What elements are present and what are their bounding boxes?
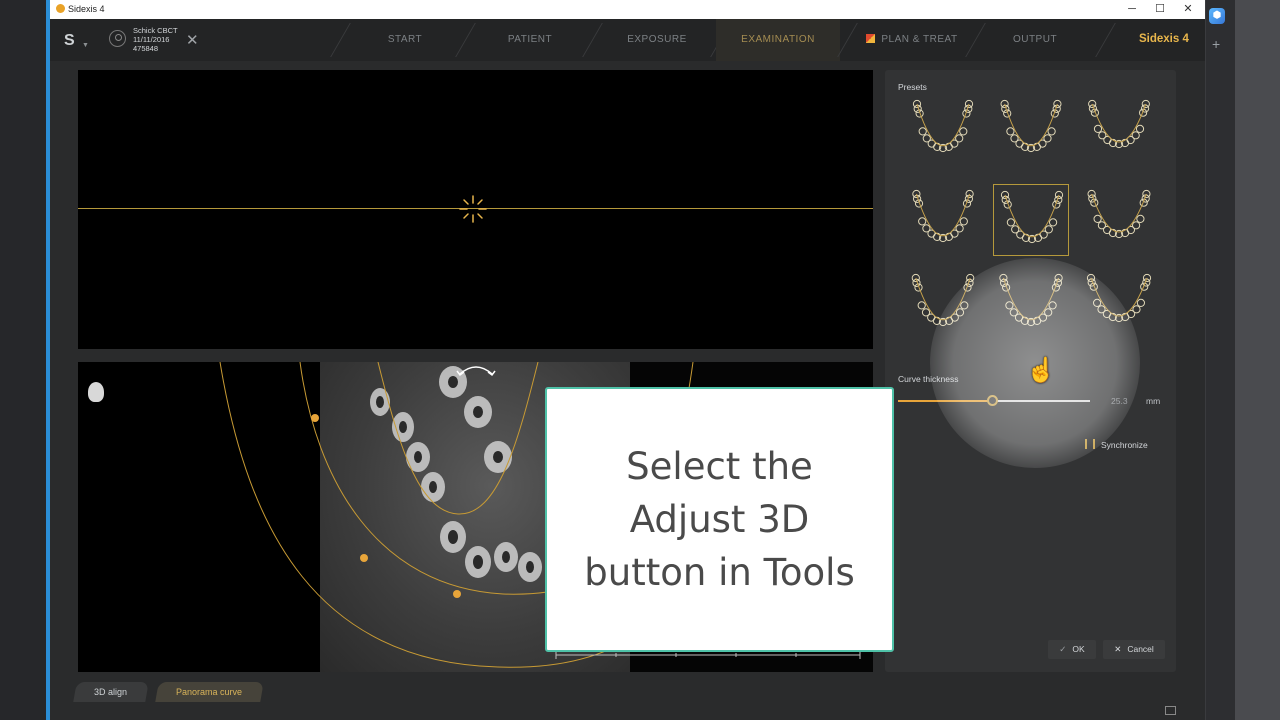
minimize-button[interactable]: ─ [1118, 1, 1146, 18]
dental-arch-icon [1088, 99, 1150, 149]
tab-panorama-curve-label: Panorama curve [176, 687, 243, 697]
close-patient-icon[interactable]: ✕ [186, 31, 199, 49]
maximize-button[interactable]: ☐ [1146, 1, 1174, 18]
preset-arch-9[interactable] [1081, 268, 1157, 340]
cancel-button[interactable]: ✕ Cancel [1103, 640, 1165, 659]
dental-arch-icon [1087, 189, 1151, 239]
preset-arch-3[interactable] [1081, 94, 1157, 166]
screen: ⬢ + Sidexis 4 ─ ☐ ✕ S ▼ Schick CBCT 11/1… [0, 0, 1280, 720]
nav-plan-treat-label: PLAN & TREAT [881, 34, 958, 45]
patient-id: 475848 [133, 44, 159, 53]
app-launcher-icon[interactable]: ⬢ [1209, 8, 1225, 24]
dental-arch-icon [912, 189, 974, 243]
brand-label: Sidexis 4 [1139, 33, 1189, 45]
close-window-button[interactable]: ✕ [1174, 1, 1202, 18]
presets-label: Presets [898, 82, 927, 92]
head-orientation-icon[interactable] [88, 382, 104, 402]
patient-info: Schick CBCT 11/11/2016 475848 [133, 26, 178, 53]
nav-plan-treat[interactable]: PLAN & TREAT [847, 19, 977, 61]
slider-fill [898, 400, 993, 402]
plan-treat-icon [866, 34, 876, 43]
dental-arch-icon [999, 273, 1063, 327]
tab-3d-align-label: 3D align [94, 687, 128, 697]
patient-avatar-icon [109, 30, 126, 47]
nav-start[interactable]: START [340, 19, 470, 61]
synchronize-button[interactable]: Synchronize [1085, 439, 1148, 450]
check-icon: ✓ [1059, 644, 1067, 654]
dental-arch-icon [912, 99, 974, 153]
chevron-down-icon[interactable]: ▼ [82, 42, 89, 49]
dental-arch-icon [1000, 99, 1062, 153]
tutorial-text: Select the Adjust 3D button in Tools [584, 445, 855, 594]
cancel-label: Cancel [1127, 644, 1154, 654]
slider-knob[interactable] [987, 395, 999, 406]
curve-thickness-unit: mm [1146, 396, 1161, 406]
ok-button[interactable]: ✓ OK [1048, 640, 1096, 659]
tutorial-card: Select the Adjust 3D button in Tools [545, 387, 894, 652]
title-bar: Sidexis 4 ─ ☐ ✕ [50, 0, 1205, 19]
dental-arch-icon [1000, 190, 1064, 244]
preset-arch-5[interactable] [993, 184, 1069, 256]
app-header: S ▼ Schick CBCT 11/11/2016 475848 ✕ STAR… [50, 19, 1205, 61]
curve-thickness-value[interactable]: 25.3 [1111, 396, 1128, 406]
add-icon[interactable]: + [1212, 36, 1220, 52]
preset-arch-7[interactable] [905, 268, 981, 340]
loading-spinner-icon [459, 195, 487, 223]
dental-arch-icon [911, 273, 975, 327]
expand-icon[interactable] [1165, 706, 1176, 715]
tab-panorama-curve[interactable]: Panorama curve [155, 682, 264, 702]
app-logo-icon [56, 4, 65, 13]
nav-examination[interactable]: EXAMINATION [716, 19, 840, 61]
preset-arch-4[interactable] [905, 184, 981, 256]
desktop-left-strip [0, 0, 50, 720]
nav-output[interactable]: OUTPUT [975, 19, 1095, 61]
patient-name: Schick CBCT [133, 26, 178, 35]
close-icon: ✕ [1114, 644, 1122, 654]
nav-separator [1095, 23, 1116, 57]
desktop-right-strip [1205, 0, 1280, 720]
preset-arch-6[interactable] [1081, 184, 1157, 256]
sidexis-s-logo-icon[interactable]: S [64, 32, 80, 50]
rotate-arrow-icon[interactable] [456, 362, 496, 378]
axial-viewport[interactable] [78, 70, 873, 349]
preset-arch-2[interactable] [993, 94, 1069, 166]
window-title: Sidexis 4 [68, 4, 105, 14]
preset-arch-1[interactable] [905, 94, 981, 166]
synchronize-label: Synchronize [1101, 440, 1148, 450]
curve-thickness-label: Curve thickness [898, 374, 959, 384]
desktop-right-inner [1235, 0, 1280, 720]
patient-date: 11/11/2016 [133, 35, 170, 44]
dental-arch-icon [1086, 273, 1152, 323]
tab-3d-align[interactable]: 3D align [73, 682, 149, 702]
curve-thickness-slider[interactable] [898, 395, 1090, 406]
nav-patient[interactable]: PATIENT [465, 19, 595, 61]
hand-pointer-icon: ☝ [1026, 357, 1056, 384]
synchronize-icon [1085, 439, 1095, 449]
preset-arch-8[interactable] [993, 268, 1069, 340]
ok-label: OK [1072, 644, 1085, 654]
nav-exposure[interactable]: EXPOSURE [592, 19, 722, 61]
